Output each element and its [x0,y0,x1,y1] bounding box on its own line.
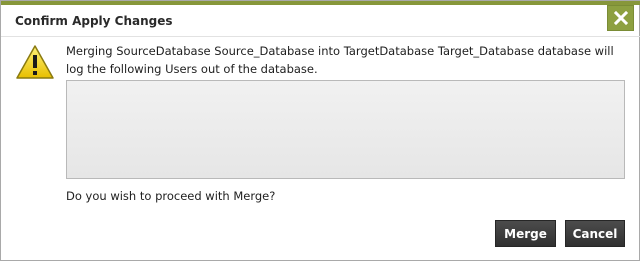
confirmation-question: Do you wish to proceed with Merge? [66,189,276,203]
title-accent-bar [1,1,640,5]
cancel-button[interactable]: Cancel [565,220,625,247]
merge-button[interactable]: Merge [495,220,556,247]
close-icon [613,11,628,25]
title-divider [1,36,640,37]
warning-icon [15,44,55,84]
confirm-apply-changes-dialog: Confirm Apply Changes Merging SourceData… [0,0,640,261]
dialog-title: Confirm Apply Changes [15,14,173,28]
dialog-message: Merging SourceDatabase Source_Database i… [66,44,614,76]
affected-users-list[interactable] [66,80,625,179]
close-button[interactable] [607,5,634,31]
